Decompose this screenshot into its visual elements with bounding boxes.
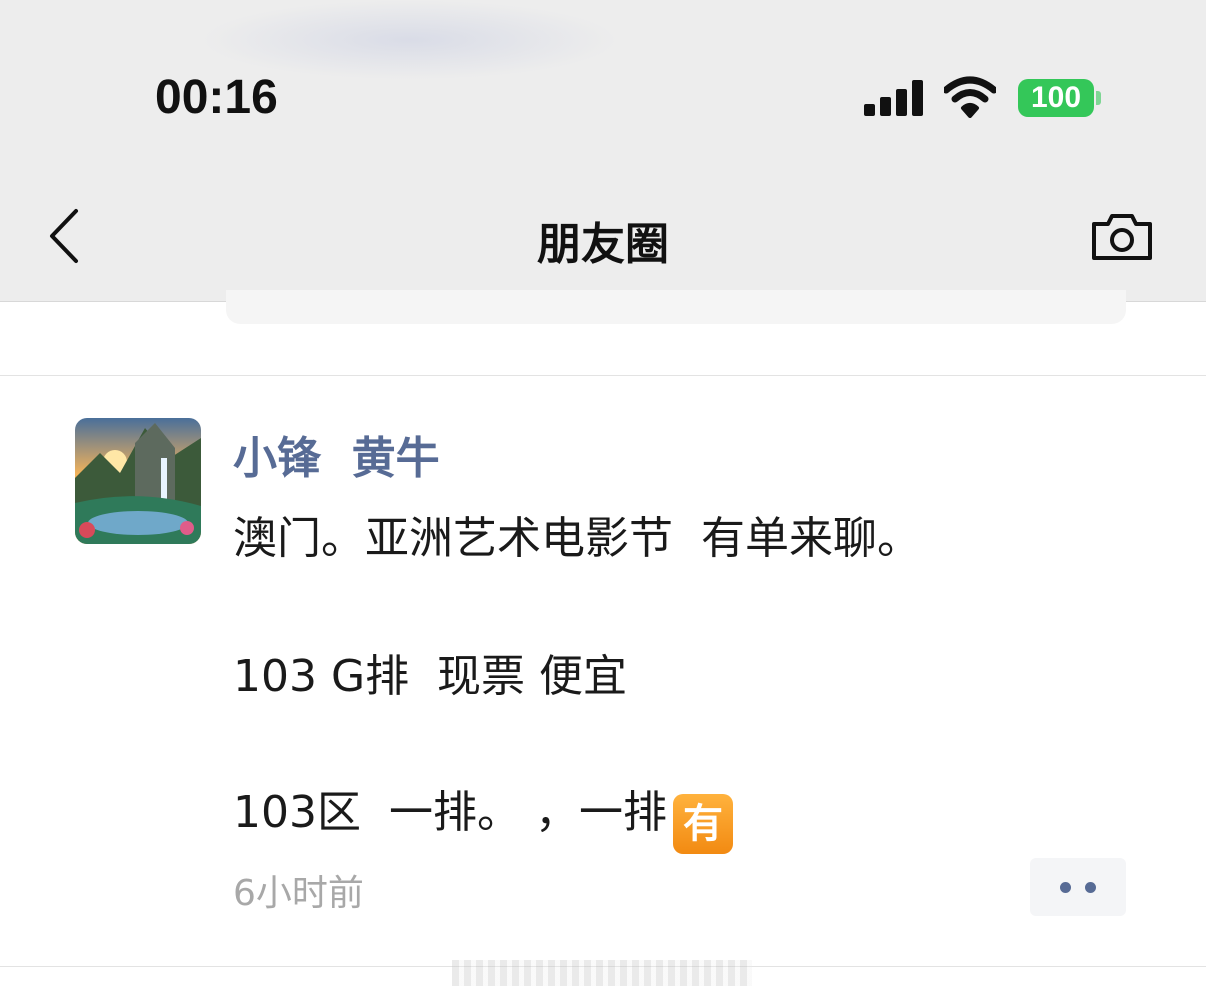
- status-blur: [200, 0, 620, 80]
- battery-indicator: 100: [1018, 79, 1094, 117]
- cellular-signal-icon: [864, 80, 924, 116]
- battery-level: 100: [1030, 81, 1082, 114]
- avatar[interactable]: [75, 418, 201, 544]
- more-actions-button[interactable]: [1030, 858, 1126, 916]
- more-dot-icon: [1085, 882, 1096, 893]
- more-dot-icon: [1060, 882, 1071, 893]
- watermark: [452, 960, 752, 986]
- status-time: 00:16: [155, 71, 278, 124]
- post-text-line-3: 103区 一排。 ，一排有: [233, 776, 733, 854]
- post-timestamp: 6小时前: [233, 873, 364, 914]
- post-text-line-2: 103 G排 现票 便宜: [233, 651, 628, 702]
- post-text-line-1: 澳门。亚洲艺术电影节 有单来聊。: [233, 513, 921, 564]
- page-title: 朋友圈: [537, 219, 669, 270]
- camera-icon[interactable]: [1090, 210, 1154, 262]
- wifi-icon: [944, 76, 996, 118]
- post-author[interactable]: 小锋 黄牛: [233, 422, 440, 486]
- you-emoji-icon: 有: [672, 794, 733, 854]
- battery-tip: [1096, 91, 1101, 105]
- post-text-line-3-text: 103区 一排。 ，一排: [233, 787, 667, 838]
- previous-post-edge: [226, 290, 1126, 324]
- divider: [0, 375, 1206, 376]
- top-bar: 00:16 100 朋友圈: [0, 0, 1206, 302]
